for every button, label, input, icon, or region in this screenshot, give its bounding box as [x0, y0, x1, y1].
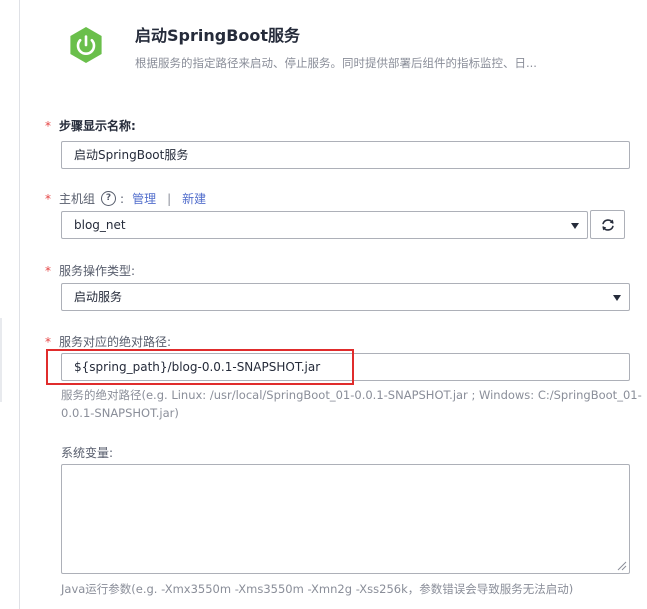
chevron-down-icon [613, 295, 621, 301]
host-group-select[interactable]: blog_net [61, 211, 588, 239]
chevron-down-icon [571, 223, 579, 229]
service-path-label: * 服务对应的绝对路径: [45, 333, 171, 350]
env-vars-label: 系统变量: [61, 444, 113, 461]
service-action-selected: 启动服务 [74, 290, 123, 304]
panel-left-border [19, 0, 20, 609]
service-path-hint-line1: 服务的绝对路径(e.g. Linux: /usr/local/SpringBoo… [61, 388, 642, 402]
step-name-label-text: 步骤显示名称: [59, 119, 136, 133]
refresh-button[interactable] [590, 210, 625, 239]
service-path-hint: 服务的绝对路径(e.g. Linux: /usr/local/SpringBoo… [61, 386, 642, 422]
service-action-label: * 服务操作类型: [45, 262, 135, 279]
host-group-selected: blog_net [74, 218, 126, 232]
service-path-input[interactable]: ${spring_path}/blog-0.0.1-SNAPSHOT.jar [61, 353, 630, 381]
new-link[interactable]: 新建 [182, 190, 206, 207]
page-title: 启动SpringBoot服务 [135, 26, 301, 45]
step-name-label: * 步骤显示名称: [45, 117, 136, 134]
link-separator: | [167, 191, 172, 206]
page-description: 根据服务的指定路径来启动、停止服务。同时提供部署后组件的指标监控、日... [135, 56, 537, 70]
env-vars-textarea[interactable] [61, 464, 630, 574]
required-mark: * [45, 334, 51, 349]
required-mark: * [45, 191, 51, 206]
service-path-hint-line2: 0.0.1-SNAPSHOT.jar) [61, 406, 179, 420]
host-group-label: * 主机组 ? : 管理 | 新建 [45, 190, 206, 207]
required-mark: * [45, 118, 51, 133]
env-vars-label-text: 系统变量: [61, 446, 114, 460]
service-path-label-text: 服务对应的绝对路径: [59, 335, 172, 349]
required-mark: * [45, 263, 51, 278]
service-action-select[interactable]: 启动服务 [61, 283, 630, 311]
step-name-input[interactable]: 启动SpringBoot服务 [61, 141, 630, 169]
host-group-colon: : [120, 191, 125, 206]
host-group-label-text: 主机组 [59, 192, 96, 206]
refresh-icon [601, 218, 614, 231]
resize-handle-icon[interactable] [617, 561, 627, 571]
env-vars-hint: Java运行参数(e.g. -Xmx3550m -Xms3550m -Xmn2g… [61, 582, 574, 596]
help-icon[interactable]: ? [101, 191, 117, 206]
power-icon [67, 26, 105, 64]
panel-left-accent [0, 318, 2, 402]
manage-link[interactable]: 管理 [132, 190, 156, 207]
service-action-label-text: 服务操作类型: [59, 264, 136, 278]
